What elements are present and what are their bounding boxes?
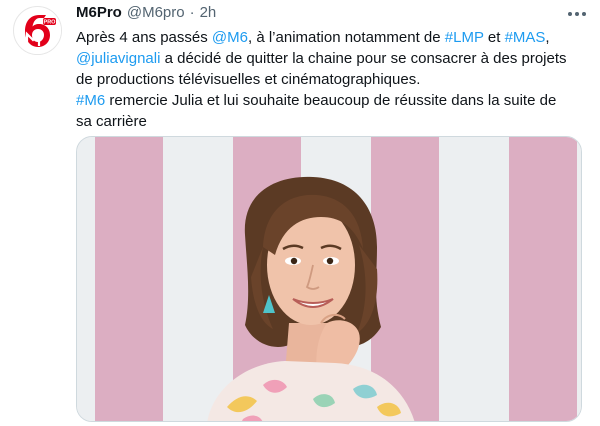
separator-dot: ·: [189, 4, 195, 21]
portrait-photo: [77, 137, 581, 421]
m6-pro-logo-icon[interactable]: PRO: [13, 6, 62, 55]
tweet-text-line: @juliavignali a décidé de quitter la cha…: [76, 48, 591, 69]
svg-text:PRO: PRO: [44, 20, 57, 26]
tweet-text-segment: Après 4 ans passés: [76, 29, 212, 46]
tweet-text-segment: ,: [545, 29, 550, 46]
tweet-media-photo[interactable]: [76, 136, 582, 422]
more-options-icon[interactable]: [562, 2, 592, 26]
hashtag-link[interactable]: #LMP: [445, 29, 484, 46]
author-name[interactable]: M6Pro: [76, 4, 122, 21]
tweet-text-segment: , à l’animation notamment de: [248, 29, 445, 46]
hashtag-link[interactable]: #MAS: [505, 29, 546, 46]
tweet-text-line: Après 4 ans passés @M6, à l’animation no…: [76, 27, 591, 48]
author-handle[interactable]: @M6pro: [127, 4, 185, 21]
tweet-header: M6Pro @M6pro · 2h: [76, 4, 216, 26]
mention-link[interactable]: @M6: [212, 29, 248, 46]
tweet-text-line: sa carrière: [76, 111, 591, 132]
tweet-text-segment: sa carrière: [76, 113, 147, 130]
timestamp[interactable]: 2h: [200, 4, 217, 21]
tweet-text-segment: de productions télévisuelles et cinémato…: [76, 71, 421, 88]
tweet-text-line: #M6 remercie Julia et lui souhaite beauc…: [76, 90, 591, 111]
tweet-text-segment: et: [483, 29, 505, 46]
tweet-text-segment: remercie Julia et lui souhaite beaucoup …: [105, 92, 557, 109]
mention-link[interactable]: @juliavignali: [76, 50, 160, 67]
tweet-text-segment: a décidé de quitter la chaine pour se co…: [160, 50, 567, 67]
tweet-text: Après 4 ans passés @M6, à l’animation no…: [76, 27, 591, 132]
hashtag-link[interactable]: #M6: [76, 92, 105, 109]
tweet-text-line: de productions télévisuelles et cinémato…: [76, 69, 591, 90]
